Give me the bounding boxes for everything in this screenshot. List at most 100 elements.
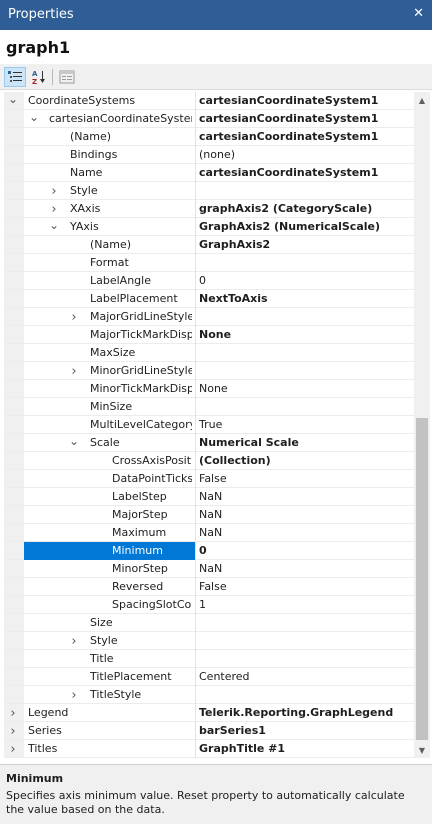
property-row[interactable]: Minimum 0 xyxy=(4,542,414,560)
property-value[interactable]: NaN xyxy=(199,526,411,539)
chevron-down-icon[interactable]: ⌄ xyxy=(7,92,19,110)
vertical-scrollbar[interactable]: ▲ ▼ xyxy=(414,92,430,758)
property-row[interactable]: Reversed False xyxy=(4,578,414,596)
property-row[interactable]: Bindings (none) xyxy=(4,146,414,164)
property-row[interactable]: › Style xyxy=(4,182,414,200)
property-name: TitlePlacement xyxy=(90,670,172,683)
property-row[interactable]: MinorStep NaN xyxy=(4,560,414,578)
property-value[interactable]: (none) xyxy=(199,148,411,161)
property-value[interactable]: True xyxy=(199,418,411,431)
property-name: MinorGridLineStyle xyxy=(90,364,192,377)
scroll-down-icon[interactable]: ▼ xyxy=(414,742,430,758)
property-name: MajorTickMarkDispla xyxy=(90,328,192,341)
column-divider xyxy=(195,416,196,434)
property-row[interactable]: MajorTickMarkDispla None xyxy=(4,326,414,344)
property-value[interactable]: None xyxy=(199,382,411,395)
property-row[interactable]: Title xyxy=(4,650,414,668)
property-row[interactable]: › Style xyxy=(4,632,414,650)
scroll-up-icon[interactable]: ▲ xyxy=(414,92,430,108)
property-row[interactable]: LabelAngle 0 xyxy=(4,272,414,290)
property-row[interactable]: TitlePlacement Centered xyxy=(4,668,414,686)
chevron-down-icon[interactable]: ⌄ xyxy=(28,110,40,128)
property-value[interactable]: barSeries1 xyxy=(199,724,411,737)
property-value[interactable]: NaN xyxy=(199,562,411,575)
property-row[interactable]: MaxSize xyxy=(4,344,414,362)
property-value[interactable]: cartesianCoordinateSystem1 xyxy=(199,94,411,107)
property-row[interactable]: Maximum NaN xyxy=(4,524,414,542)
column-divider xyxy=(195,614,196,632)
property-value[interactable]: Centered xyxy=(199,670,411,683)
column-divider xyxy=(195,542,196,560)
property-row[interactable]: › Titles GraphTitle #1 xyxy=(4,740,414,758)
property-row[interactable]: › MinorGridLineStyle xyxy=(4,362,414,380)
property-row[interactable]: SpacingSlotCou 1 xyxy=(4,596,414,614)
close-icon[interactable]: ✕ xyxy=(413,6,424,21)
chevron-right-icon[interactable]: › xyxy=(7,704,19,722)
scrollbar-thumb[interactable] xyxy=(416,418,428,740)
property-value[interactable]: GraphTitle #1 xyxy=(199,742,411,755)
window-title: Properties xyxy=(8,7,74,22)
property-row[interactable]: › Series barSeries1 xyxy=(4,722,414,740)
property-row[interactable]: › MajorGridLineStyle xyxy=(4,308,414,326)
property-row[interactable]: ⌄ cartesianCoordinateSystem1 cartesianCoor… xyxy=(4,110,414,128)
property-value[interactable]: Telerik.Reporting.GraphLegend xyxy=(199,706,411,719)
property-value[interactable]: NaN xyxy=(199,508,411,521)
property-value[interactable]: cartesianCoordinateSystem1 xyxy=(199,130,411,143)
property-value[interactable]: 0 xyxy=(199,274,411,287)
property-row[interactable]: MinorTickMarkDispl None xyxy=(4,380,414,398)
property-row[interactable]: MultiLevelCategoryL True xyxy=(4,416,414,434)
property-name: Titles xyxy=(28,742,58,755)
property-row[interactable]: LabelStep NaN xyxy=(4,488,414,506)
property-row[interactable]: (Name) GraphAxis2 xyxy=(4,236,414,254)
property-value[interactable]: NaN xyxy=(199,490,411,503)
property-value[interactable]: graphAxis2 (CategoryScale) xyxy=(199,202,411,215)
property-row[interactable]: (Name) cartesianCoordinateSystem1 xyxy=(4,128,414,146)
property-grid[interactable]: ⌄ CoordinateSystems cartesianCoordinateSys… xyxy=(4,92,414,758)
property-value[interactable]: NextToAxis xyxy=(199,292,411,305)
property-row[interactable]: MinSize xyxy=(4,398,414,416)
property-row[interactable]: ⌄ Scale Numerical Scale xyxy=(4,434,414,452)
property-row[interactable]: MajorStep NaN xyxy=(4,506,414,524)
property-row[interactable]: Format xyxy=(4,254,414,272)
chevron-right-icon[interactable]: › xyxy=(7,740,19,758)
property-name: DataPointTicks xyxy=(112,472,192,485)
property-value[interactable]: GraphAxis2 xyxy=(199,238,411,251)
chevron-right-icon[interactable]: › xyxy=(68,362,80,380)
property-value[interactable]: False xyxy=(199,472,411,485)
property-value[interactable]: Numerical Scale xyxy=(199,436,411,449)
categorized-button[interactable] xyxy=(4,67,26,87)
property-name: MajorGridLineStyle xyxy=(90,310,192,323)
property-value[interactable]: None xyxy=(199,328,411,341)
property-value[interactable]: cartesianCoordinateSystem1 xyxy=(199,166,411,179)
svg-text:A: A xyxy=(32,70,38,78)
property-row[interactable]: › XAxis graphAxis2 (CategoryScale) xyxy=(4,200,414,218)
chevron-right-icon[interactable]: › xyxy=(48,200,60,218)
chevron-right-icon[interactable]: › xyxy=(7,722,19,740)
property-row[interactable]: DataPointTicks False xyxy=(4,470,414,488)
chevron-down-icon[interactable]: ⌄ xyxy=(48,218,60,236)
property-row[interactable]: ⌄ CoordinateSystems cartesianCoordinateSys… xyxy=(4,92,414,110)
property-row[interactable]: Name cartesianCoordinateSystem1 xyxy=(4,164,414,182)
property-row[interactable]: LabelPlacement NextToAxis xyxy=(4,290,414,308)
property-row[interactable]: › TitleStyle xyxy=(4,686,414,704)
property-row[interactable]: CrossAxisPositio (Collection) xyxy=(4,452,414,470)
property-value[interactable]: 0 xyxy=(199,544,411,557)
chevron-right-icon[interactable]: › xyxy=(68,308,80,326)
alphabetical-button[interactable]: A Z xyxy=(28,67,50,87)
property-name: CoordinateSystems xyxy=(28,94,136,107)
description-title: Minimum xyxy=(6,772,64,785)
property-value[interactable]: cartesianCoordinateSystem1 xyxy=(199,112,411,125)
property-pages-button[interactable] xyxy=(56,67,78,87)
property-value[interactable]: False xyxy=(199,580,411,593)
property-value[interactable]: (Collection) xyxy=(199,454,411,467)
svg-text:Z: Z xyxy=(32,78,37,85)
property-value[interactable]: 1 xyxy=(199,598,411,611)
chevron-right-icon[interactable]: › xyxy=(68,686,80,704)
property-row[interactable]: Size xyxy=(4,614,414,632)
property-row[interactable]: ⌄ YAxis GraphAxis2 (NumericalScale) xyxy=(4,218,414,236)
chevron-down-icon[interactable]: ⌄ xyxy=(68,434,80,452)
chevron-right-icon[interactable]: › xyxy=(48,182,60,200)
property-value[interactable]: GraphAxis2 (NumericalScale) xyxy=(199,220,411,233)
chevron-right-icon[interactable]: › xyxy=(68,632,80,650)
property-row[interactable]: › Legend Telerik.Reporting.GraphLegend xyxy=(4,704,414,722)
